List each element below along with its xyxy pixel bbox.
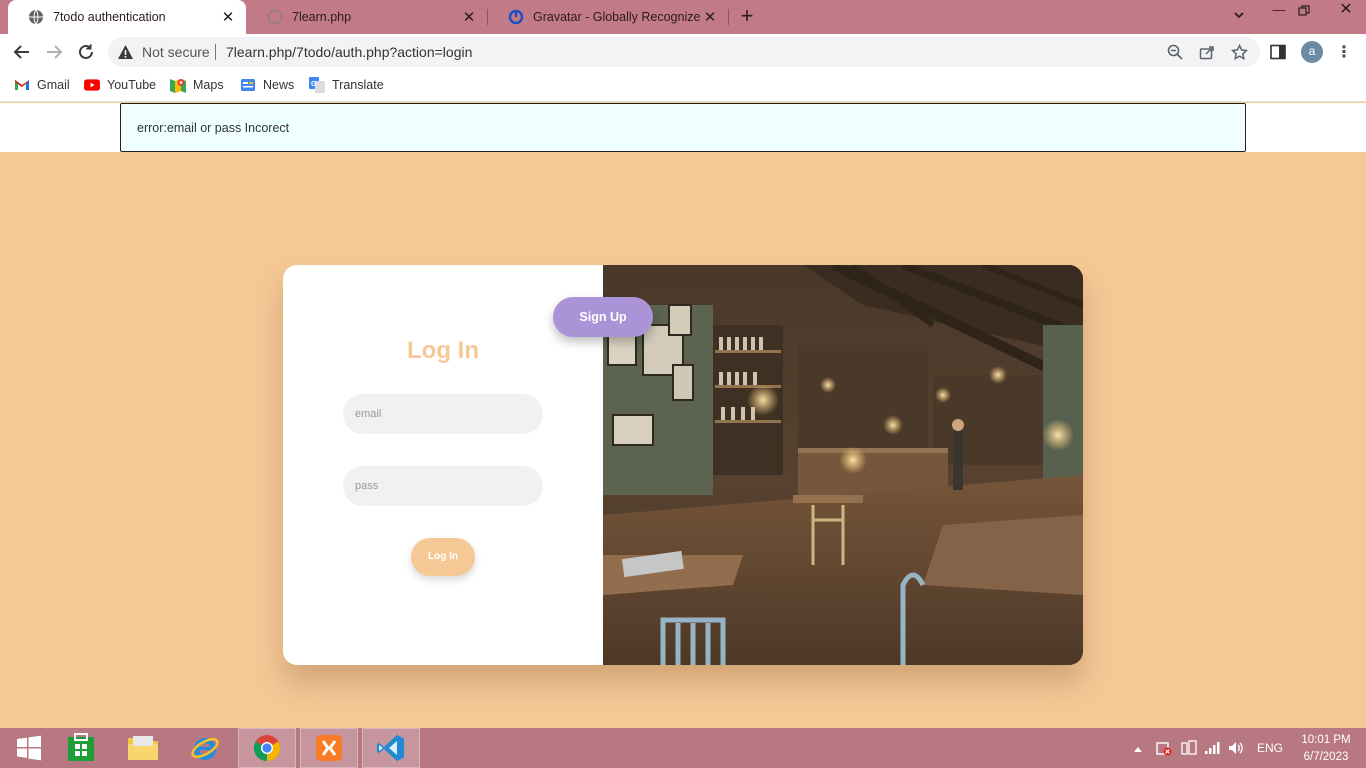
back-icon[interactable] (10, 40, 34, 64)
volume-icon[interactable] (1228, 740, 1244, 759)
security-label[interactable]: Not secure (142, 44, 210, 60)
browser-toolbar: Not secure 7learn.php/7todo/auth.php?act… (0, 34, 1366, 70)
bookmark-translate[interactable]: G Translate (309, 77, 384, 93)
tab-search-icon[interactable] (1232, 8, 1246, 25)
restaurant-interior-image (603, 265, 1083, 665)
forward-icon[interactable] (42, 40, 66, 64)
clock-time[interactable]: 10:01 PM (1298, 734, 1354, 746)
bookmark-news[interactable]: News (240, 77, 294, 93)
minimize-icon[interactable]: — (1266, 0, 1292, 22)
share-icon[interactable] (1198, 43, 1216, 61)
tab-title: 7todo authentication (53, 10, 166, 24)
xampp-icon[interactable] (300, 728, 358, 768)
profile-avatar[interactable]: a (1301, 41, 1323, 63)
show-hidden-icons-icon[interactable] (1133, 742, 1143, 756)
bookmark-label: News (263, 78, 295, 92)
store-icon[interactable] (52, 728, 110, 768)
windows-taskbar: ENG 10:01 PM 6/7/2023 (0, 728, 1366, 768)
close-tab-icon[interactable]: ✕ (459, 7, 479, 27)
news-icon (240, 77, 256, 93)
bookmark-youtube[interactable]: YouTube (84, 77, 156, 93)
bookmark-label: Maps (193, 78, 224, 92)
tab-gravatar[interactable]: Gravatar - Globally Recognized A ✕ (488, 0, 728, 34)
signup-button[interactable]: Sign Up (553, 297, 653, 337)
tab-7learn[interactable]: 7learn.php ✕ (247, 0, 487, 34)
signal-icon[interactable] (1204, 740, 1220, 759)
bookmark-gmail[interactable]: Gmail (14, 77, 70, 93)
address-divider (215, 44, 216, 60)
globe-icon (28, 9, 44, 25)
restore-icon[interactable] (1291, 0, 1317, 22)
close-tab-icon[interactable]: ✕ (700, 7, 720, 27)
chrome-icon[interactable] (238, 728, 296, 768)
action-center-icon[interactable] (1156, 740, 1172, 759)
bookmark-label: Gmail (37, 78, 70, 92)
tab-title: 7learn.php (292, 10, 352, 24)
side-panel-icon[interactable] (1270, 44, 1288, 62)
translate-icon: G (309, 77, 325, 93)
login-title: Log In (407, 337, 479, 364)
tab-separator (728, 9, 729, 25)
start-icon[interactable] (0, 728, 58, 768)
bookmarks-bar: Gmail YouTube Maps News G Translate (0, 70, 1366, 102)
warning-icon[interactable] (117, 44, 134, 65)
menu-icon[interactable]: ⋮ (1336, 42, 1352, 62)
tab-title: Gravatar - Globally Recognized A (533, 10, 700, 24)
vscode-icon[interactable] (362, 728, 420, 768)
tab-strip: 7todo authentication ✕ 7learn.php ✕ Grav… (0, 0, 1366, 34)
bookmark-label: YouTube (107, 78, 157, 92)
close-tab-icon[interactable]: ✕ (218, 7, 238, 27)
auth-card: Log In Log In Sign Up (283, 265, 1083, 665)
reload-icon[interactable] (74, 40, 98, 64)
pass-field[interactable] (343, 466, 543, 506)
login-button[interactable]: Log In (411, 538, 475, 576)
bookmark-star-icon[interactable] (1230, 43, 1248, 61)
tab-7todo-authentication[interactable]: 7todo authentication ✕ (8, 0, 246, 34)
restaurant-photo (603, 265, 1083, 665)
file-explorer-icon[interactable] (114, 728, 172, 768)
close-window-icon[interactable]: ✕ (1326, 0, 1366, 22)
network-adapter-icon[interactable] (1181, 740, 1197, 759)
loading-icon (267, 9, 283, 25)
new-tab-button[interactable]: + (736, 5, 758, 28)
svg-text:G: G (311, 81, 317, 88)
error-message: error:email or pass Incorect (137, 121, 290, 135)
email-field[interactable] (343, 394, 543, 434)
address-bar[interactable]: Not secure 7learn.php/7todo/auth.php?act… (108, 37, 1260, 67)
maps-icon (170, 77, 186, 93)
gmail-icon (14, 77, 30, 93)
url-text[interactable]: 7learn.php/7todo/auth.php?action=login (226, 44, 472, 60)
zoom-icon[interactable] (1166, 43, 1184, 61)
bookmark-maps[interactable]: Maps (170, 77, 224, 93)
gravatar-icon (508, 9, 524, 25)
clock-date[interactable]: 6/7/2023 (1298, 751, 1354, 763)
internet-explorer-icon[interactable] (176, 728, 234, 768)
language-indicator[interactable]: ENG (1257, 741, 1283, 755)
bookmark-label: Translate (332, 78, 384, 92)
error-alert: error:email or pass Incorect (120, 103, 1246, 152)
youtube-icon (84, 77, 100, 93)
